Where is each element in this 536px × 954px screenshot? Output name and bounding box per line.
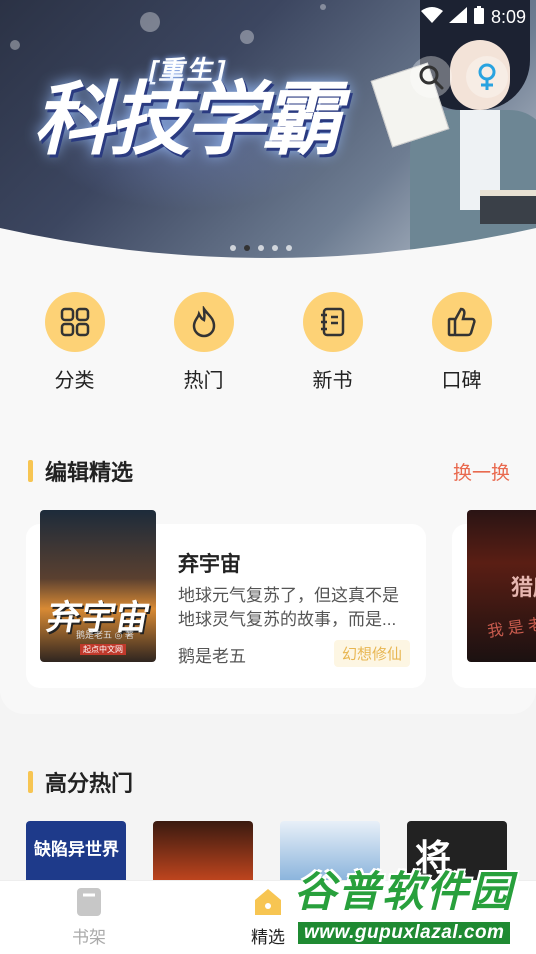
gender-switch-button[interactable]: [466, 56, 508, 98]
signal-icon: [448, 7, 467, 28]
status-time: 8:09: [490, 7, 526, 27]
top-icons: [410, 56, 508, 98]
refresh-button[interactable]: 换一换: [453, 458, 510, 485]
watermark-url: www.gupuxlazal.com: [298, 922, 511, 944]
status-bar: 8:09: [420, 6, 526, 29]
battery-icon: [473, 6, 485, 29]
banner-character: [370, 0, 536, 265]
search-button[interactable]: [410, 56, 452, 98]
book-card-next[interactable]: 猎魔 我 是 老: [452, 510, 536, 688]
quick-link-label: 热门: [183, 370, 224, 392]
hot-book-cover-text: 缺陷异世界: [34, 840, 119, 859]
notebook-icon: [320, 307, 344, 337]
book-cover-author: 鹅是老五 ◎ 著: [76, 630, 134, 640]
banner-title: 科技学霸: [29, 75, 356, 164]
nav-label: 精选: [251, 928, 285, 947]
banner-carousel[interactable]: [重生] 科技学霸 8:09: [0, 0, 536, 265]
grid-icon: [60, 307, 89, 337]
female-icon: [478, 63, 496, 90]
book-title: 弃宇宙: [178, 553, 241, 576]
book-cover-subtitle: 我 是 老: [486, 616, 536, 641]
hot-book-cover[interactable]: [153, 821, 253, 881]
book-card[interactable]: 弃宇宙 鹅是老五 ◎ 著 起点中文网 弃宇宙 地球元气复苏了，但这真不是地球灵气…: [26, 510, 426, 688]
quick-link-label: 口碑: [441, 370, 482, 392]
search-icon: [419, 65, 444, 90]
book-description: 地球元气复苏了，但这真不是地球灵气复苏的故事，而是...: [178, 586, 399, 629]
quick-link-category[interactable]: 分类: [10, 292, 139, 393]
book-author: 鹅是老五: [178, 647, 246, 666]
quick-link-reputation[interactable]: 口碑: [397, 292, 526, 393]
editor-picks-header: 编辑精选 换一换: [28, 455, 510, 487]
section-accent-bar: [28, 460, 33, 482]
book-cover: 弃宇宙 鹅是老五 ◎ 著 起点中文网: [40, 510, 156, 662]
book-tag: 幻想修仙: [333, 640, 410, 667]
hot-header: 高分热门: [28, 766, 510, 798]
nav-label: 书架: [72, 928, 106, 947]
quick-link-hot[interactable]: 热门: [139, 292, 268, 393]
watermark: 谷普软件园 www.gupuxlazal.com: [290, 852, 536, 954]
quick-link-new[interactable]: 新书: [268, 292, 397, 393]
section-title: 高分热门: [45, 771, 134, 796]
section-accent-bar: [28, 771, 33, 793]
quick-link-label: 分类: [54, 370, 95, 392]
wifi-icon: [420, 7, 443, 28]
home-icon: [255, 889, 281, 915]
quick-link-label: 新书: [312, 370, 353, 392]
quick-links: 分类 热门 新书 口碑: [0, 292, 536, 393]
book-cover: 猎魔 我 是 老: [467, 510, 536, 662]
hot-book-cover[interactable]: 缺陷异世界: [26, 821, 126, 881]
thumbs-up-icon: [447, 307, 476, 337]
fire-icon: [192, 306, 215, 338]
watermark-logo: 谷普软件园: [294, 868, 515, 915]
book-cover-title: 猎魔: [511, 575, 536, 600]
bookshelf-icon: [77, 888, 101, 916]
book-cover-publisher: 起点中文网: [80, 644, 126, 655]
section-title: 编辑精选: [45, 460, 134, 485]
nav-item-bookshelf[interactable]: 书架: [49, 887, 129, 948]
